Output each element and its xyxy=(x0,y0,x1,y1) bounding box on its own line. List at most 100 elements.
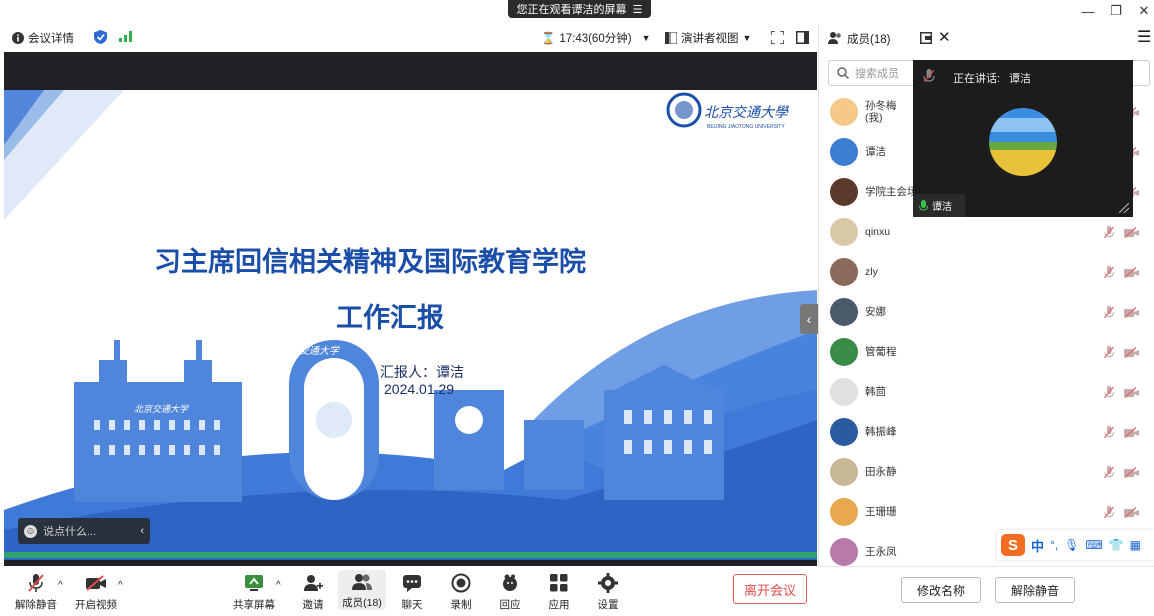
hand-wave-icon xyxy=(503,574,517,591)
university-logo-subtext: BEIJING JIAOTONG UNIVERSITY xyxy=(707,124,785,130)
toolbox-grid-icon[interactable]: ▦ xyxy=(1130,538,1141,552)
member-self-tag: (我) xyxy=(865,112,883,124)
chat-quick-input[interactable]: ☺ 说点什么... ‹ xyxy=(18,518,150,544)
view-mode-label: 演讲者视图 xyxy=(681,33,739,45)
record-button[interactable]: 录制 xyxy=(437,572,485,612)
mic-active-icon xyxy=(919,199,928,211)
speaking-name: 谭洁 xyxy=(1009,73,1031,85)
video-name-tag: 谭洁 xyxy=(913,194,965,217)
avatar xyxy=(830,538,858,566)
member-row[interactable]: 韩茴 xyxy=(819,372,1154,412)
member-row[interactable]: 韩振峰 xyxy=(819,412,1154,452)
invite-button[interactable]: 邀请 xyxy=(289,572,337,612)
banner-text: 您正在观看谭洁的屏幕 xyxy=(516,4,627,16)
member-name-text: 王永凤 xyxy=(865,546,897,558)
university-logo-text: 北京交通大學 xyxy=(704,105,788,121)
share-screen-button[interactable]: 共享屏幕 xyxy=(230,572,278,612)
apps-button[interactable]: 应用 xyxy=(535,572,583,612)
resize-handle-icon[interactable] xyxy=(1119,203,1129,213)
rename-button[interactable]: 修改名称 xyxy=(901,577,981,603)
close-window-button[interactable]: ✕ xyxy=(1133,2,1154,20)
camera-off-icon xyxy=(1124,506,1139,518)
member-name-text: 孙冬梅 xyxy=(865,100,897,112)
mic-muted-icon xyxy=(1104,505,1114,518)
settings-button[interactable]: 设置 xyxy=(584,572,632,612)
member-name-text: 韩茴 xyxy=(865,386,886,398)
unmute-button[interactable]: 解除静音 xyxy=(12,572,60,612)
share-screen-label: 共享屏幕 xyxy=(233,599,275,611)
speaking-label: 正在讲话: xyxy=(953,73,1001,85)
start-video-button[interactable]: 开启视频 xyxy=(72,572,120,612)
panel-unmute-button[interactable]: 解除静音 xyxy=(995,577,1075,603)
timer-dropdown[interactable]: ⌛ 17:43(60分钟) ▼ xyxy=(541,30,650,46)
banner-menu-icon[interactable]: ☰ xyxy=(633,3,643,16)
keyboard-icon[interactable]: ⌨ xyxy=(1085,538,1102,552)
share-screen-icon xyxy=(245,575,263,591)
audio-options-chevron-icon[interactable]: ^ xyxy=(58,580,63,591)
mic-muted-icon xyxy=(1104,425,1114,438)
member-row[interactable]: 王珊珊 xyxy=(819,492,1154,532)
sogou-logo-icon: S xyxy=(1001,534,1025,556)
speaker-avatar xyxy=(989,108,1057,176)
security-shield-icon[interactable] xyxy=(94,30,107,44)
close-panel-icon[interactable]: ✕ xyxy=(938,28,951,46)
presentation-slide: 北京交通大學 BEIJING JIAOTONG UNIVERSITY 习主席回信… xyxy=(4,90,817,560)
meeting-control-bar: 解除静音 ^ 开启视频 ^ 共享屏幕 ^ 邀请 成员(18) 聊天 录制 回应 … xyxy=(0,566,818,616)
member-name: zly xyxy=(865,266,878,278)
member-name-text: 王珊珊 xyxy=(865,506,897,518)
collapse-panel-arrow-icon[interactable]: ‹ xyxy=(800,304,818,334)
minimize-button[interactable]: — xyxy=(1077,2,1099,20)
building-caption: 北京交通大学 xyxy=(134,404,189,414)
voice-input-icon[interactable]: 🎙 xyxy=(1064,538,1079,552)
view-mode-dropdown[interactable]: 演讲者视图 ▼ xyxy=(665,30,751,46)
screen-share-banner[interactable]: 您正在观看谭洁的屏幕 ☰ xyxy=(508,0,651,18)
camera-off-icon xyxy=(1124,306,1139,318)
slide-title-line1: 习主席回信相关精神及国际教育学院 xyxy=(154,247,586,278)
share-options-chevron-icon[interactable]: ^ xyxy=(276,580,281,591)
meeting-toolbar: 会议详情 ⌛ 17:43(60分钟) ▼ 演讲者视图 ▼ xyxy=(0,24,818,52)
popout-icon[interactable] xyxy=(920,32,932,44)
gear-icon xyxy=(598,573,618,593)
member-name: 安娜 xyxy=(865,306,886,318)
skin-icon[interactable]: 👕 xyxy=(1109,538,1124,552)
camera-off-icon xyxy=(1124,266,1139,278)
member-row[interactable]: zly xyxy=(819,252,1154,292)
video-options-chevron-icon[interactable]: ^ xyxy=(118,580,123,591)
fullscreen-icon[interactable] xyxy=(771,31,784,44)
member-status-icons xyxy=(1104,505,1139,519)
collapse-chat-icon[interactable]: ‹ xyxy=(140,525,144,537)
member-row[interactable]: 管葡程 xyxy=(819,332,1154,372)
members-button[interactable]: 成员(18) xyxy=(338,570,386,610)
ime-language-label[interactable]: 中 xyxy=(1031,536,1044,555)
member-status-icons xyxy=(1104,265,1139,279)
camera-off-icon xyxy=(1124,386,1139,398)
menu-icon[interactable]: ☰ xyxy=(1137,27,1151,47)
leave-meeting-button[interactable]: 离开会议 xyxy=(733,574,807,604)
member-name: 管葡程 xyxy=(865,346,897,358)
speaker-video-window[interactable]: 正在讲话: 谭洁 谭洁 xyxy=(913,60,1133,217)
shared-screen[interactable]: 北京交通大學 BEIJING JIAOTONG UNIVERSITY 习主席回信… xyxy=(4,52,817,566)
restore-button[interactable]: ❐ xyxy=(1105,2,1127,20)
meeting-info-button[interactable]: 会议详情 xyxy=(12,30,74,46)
member-row[interactable]: qinxu xyxy=(819,212,1154,252)
emoji-icon[interactable]: ☺ xyxy=(24,524,37,538)
mic-muted-icon xyxy=(1104,265,1114,278)
chevron-down-icon: ▼ xyxy=(742,33,752,43)
reactions-button[interactable]: 回应 xyxy=(486,572,534,612)
chat-button[interactable]: 聊天 xyxy=(388,572,436,612)
panel-header: 成员(18) ✕ ☰ xyxy=(819,24,1154,52)
sidebar-toggle-icon[interactable] xyxy=(796,31,809,44)
info-icon xyxy=(12,32,24,44)
punctuation-icon[interactable]: °, xyxy=(1050,538,1058,552)
apps-grid-icon xyxy=(550,574,568,592)
member-name-text: qinxu xyxy=(865,226,891,238)
member-row[interactable]: 田永静 xyxy=(819,452,1154,492)
ime-toolbar[interactable]: S 中 °, 🎙 ⌨ 👕 ▦ xyxy=(997,530,1154,560)
mic-muted-icon xyxy=(1104,345,1114,358)
member-name: 王珊珊 xyxy=(865,506,897,518)
member-row[interactable]: 安娜 xyxy=(819,292,1154,332)
apps-label: 应用 xyxy=(548,599,570,611)
search-placeholder: 搜索成员 xyxy=(855,68,899,80)
avatar xyxy=(830,458,858,486)
signal-strength-icon[interactable] xyxy=(119,31,132,42)
